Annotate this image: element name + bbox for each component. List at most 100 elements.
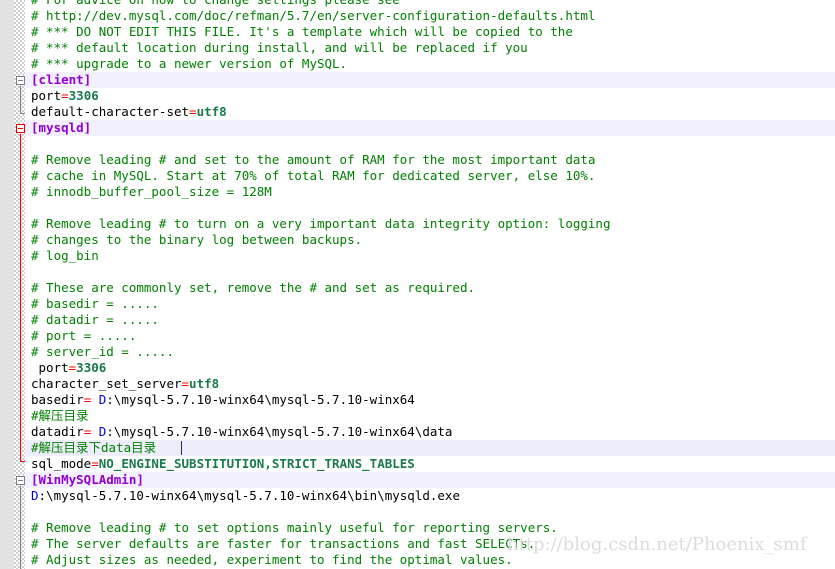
code-line[interactable]: # Adjust sizes as needed, experiment to … bbox=[0, 552, 835, 568]
code-token: utf8 bbox=[196, 104, 227, 119]
code-line-text: default-character-set=utf8 bbox=[31, 104, 227, 119]
editor-left-margin bbox=[0, 0, 14, 569]
code-line[interactable]: port=3306 bbox=[0, 88, 835, 104]
code-token: port bbox=[31, 360, 69, 375]
code-token: [mysqld] bbox=[31, 120, 92, 135]
code-line-text: #解压目录下data目录 bbox=[31, 440, 156, 455]
code-line[interactable]: # Remove leading # and set to the amount… bbox=[0, 152, 835, 168]
code-token: # Remove leading # to set options mainly… bbox=[31, 520, 558, 535]
winadmin-fold-range-line bbox=[20, 486, 21, 569]
code-line[interactable]: # cache in MySQL. Start at 70% of total … bbox=[0, 168, 835, 184]
code-line[interactable]: # datadir = ..... bbox=[0, 312, 835, 328]
code-token: utf8 bbox=[189, 376, 220, 391]
code-token: # log_bin bbox=[31, 248, 99, 263]
code-line[interactable]: # *** upgrade to a newer version of MySQ… bbox=[0, 56, 835, 72]
code-line[interactable]: # Remove leading # to set options mainly… bbox=[0, 520, 835, 536]
code-line-text: port=3306 bbox=[31, 360, 107, 375]
code-token: # *** default location during install, a… bbox=[31, 40, 528, 55]
code-line[interactable]: port=3306 bbox=[0, 360, 835, 376]
code-line-text: # For advice on how to change settings p… bbox=[31, 0, 400, 7]
text-editor[interactable]: # For advice on how to change settings p… bbox=[0, 0, 835, 569]
code-line[interactable]: basedir= D:\mysql-5.7.10-winx64\mysql-5.… bbox=[0, 392, 835, 408]
code-line[interactable]: # http://dev.mysql.com/doc/refman/5.7/en… bbox=[0, 8, 835, 24]
code-line[interactable]: # The server defaults are faster for tra… bbox=[0, 536, 835, 552]
code-line[interactable]: character_set_server=utf8 bbox=[0, 376, 835, 392]
code-line[interactable]: # *** default location during install, a… bbox=[0, 40, 835, 56]
code-line-text: # Remove leading # to turn on a very imp… bbox=[31, 216, 610, 231]
winadmin-fold-toggle[interactable] bbox=[16, 476, 25, 485]
code-token: # datadir = ..... bbox=[31, 312, 159, 327]
code-token: # The server defaults are faster for tra… bbox=[31, 536, 536, 551]
code-line[interactable]: # innodb_buffer_pool_size = 128M bbox=[0, 184, 835, 200]
code-line[interactable]: # basedir = ..... bbox=[0, 296, 835, 312]
mysqld-fold-range-end bbox=[20, 461, 25, 462]
code-line[interactable]: # changes to the binary log between back… bbox=[0, 232, 835, 248]
code-line-text: #解压目录 bbox=[31, 408, 89, 423]
code-line-text: # basedir = ..... bbox=[31, 296, 159, 311]
code-token: [client] bbox=[31, 72, 92, 87]
code-line-text: # Remove leading # to set options mainly… bbox=[31, 520, 558, 535]
code-line[interactable]: [WinMySQLAdmin] bbox=[0, 472, 835, 488]
code-line-text: # Adjust sizes as needed, experiment to … bbox=[31, 552, 513, 567]
code-line-text: # changes to the binary log between back… bbox=[31, 232, 362, 247]
code-token: port bbox=[31, 88, 62, 103]
code-token: # Remove leading # and set to the amount… bbox=[31, 152, 596, 167]
code-token: = bbox=[61, 88, 69, 103]
code-token: :\mysql-5.7.10-winx64\mysql-5.7.10-winx6… bbox=[106, 392, 415, 407]
code-line-text: # These are commonly set, remove the # a… bbox=[31, 280, 475, 295]
code-token: 3306 bbox=[68, 88, 99, 103]
code-line-text: # port = ..... bbox=[31, 328, 136, 343]
code-line[interactable]: D:\mysql-5.7.10-winx64\mysql-5.7.10-winx… bbox=[0, 488, 835, 504]
code-token: # port = ..... bbox=[31, 328, 137, 343]
code-line[interactable]: [mysqld] bbox=[0, 120, 835, 136]
code-line-text: sql_mode=NO_ENGINE_SUBSTITUTION,STRICT_T… bbox=[31, 456, 415, 471]
code-line-text: # server_id = ..... bbox=[31, 344, 174, 359]
code-token: sql_mode bbox=[31, 456, 92, 471]
code-token: basedir bbox=[31, 392, 84, 407]
code-line[interactable]: #解压目录 bbox=[0, 408, 835, 424]
code-line[interactable]: # port = ..... bbox=[0, 328, 835, 344]
code-line[interactable] bbox=[0, 200, 835, 216]
code-token: #解压目录下data目录 bbox=[31, 440, 157, 455]
code-line[interactable]: # server_id = ..... bbox=[0, 344, 835, 360]
code-line[interactable]: # For advice on how to change settings p… bbox=[0, 0, 835, 8]
client-fold-toggle[interactable] bbox=[16, 76, 25, 85]
code-line[interactable]: #解压目录下data目录 bbox=[0, 440, 835, 456]
code-line[interactable]: # *** DO NOT EDIT THIS FILE. It's a temp… bbox=[0, 24, 835, 40]
code-token: # cache in MySQL. Start at 70% of total … bbox=[31, 168, 596, 183]
code-line[interactable]: # Remove leading # to turn on a very imp… bbox=[0, 216, 835, 232]
code-line-text: datadir= D:\mysql-5.7.10-winx64\mysql-5.… bbox=[31, 424, 452, 439]
code-token: # innodb_buffer_pool_size = 128M bbox=[31, 184, 272, 199]
code-token: # Remove leading # to turn on a very imp… bbox=[31, 216, 611, 231]
code-line[interactable]: datadir= D:\mysql-5.7.10-winx64\mysql-5.… bbox=[0, 424, 835, 440]
code-line-text: # *** default location during install, a… bbox=[31, 40, 528, 55]
mysqld-fold-range-line bbox=[20, 134, 21, 461]
code-line-text: # log_bin bbox=[31, 248, 99, 263]
code-token: # server_id = ..... bbox=[31, 344, 174, 359]
code-line-text: D:\mysql-5.7.10-winx64\mysql-5.7.10-winx… bbox=[31, 488, 460, 503]
code-token: # For advice on how to change settings p… bbox=[31, 0, 400, 7]
code-token: # basedir = ..... bbox=[31, 296, 159, 311]
code-line-text: character_set_server=utf8 bbox=[31, 376, 219, 391]
code-token: 3306 bbox=[76, 360, 107, 375]
code-line-text: # datadir = ..... bbox=[31, 312, 159, 327]
code-line[interactable]: sql_mode=NO_ENGINE_SUBSTITUTION,STRICT_T… bbox=[0, 456, 835, 472]
code-line[interactable] bbox=[0, 504, 835, 520]
text-caret bbox=[181, 441, 182, 455]
code-line-text: # *** DO NOT EDIT THIS FILE. It's a temp… bbox=[31, 24, 573, 39]
code-line[interactable]: [client] bbox=[0, 72, 835, 88]
code-line[interactable]: # These are commonly set, remove the # a… bbox=[0, 280, 835, 296]
code-line[interactable] bbox=[0, 264, 835, 280]
code-line[interactable]: default-character-set=utf8 bbox=[0, 104, 835, 120]
code-token: # *** DO NOT EDIT THIS FILE. It's a temp… bbox=[31, 24, 573, 39]
code-content-area[interactable]: # For advice on how to change settings p… bbox=[0, 0, 835, 569]
code-line[interactable]: # log_bin bbox=[0, 248, 835, 264]
client-fold-range-end bbox=[20, 113, 25, 114]
code-token: #解压目录 bbox=[31, 408, 89, 423]
code-line[interactable] bbox=[0, 136, 835, 152]
code-line-text: # Remove leading # and set to the amount… bbox=[31, 152, 595, 167]
mysqld-fold-toggle[interactable] bbox=[16, 124, 25, 133]
code-token: # changes to the binary log between back… bbox=[31, 232, 363, 247]
code-token: # http://dev.mysql.com/doc/refman/5.7/en… bbox=[31, 8, 596, 23]
